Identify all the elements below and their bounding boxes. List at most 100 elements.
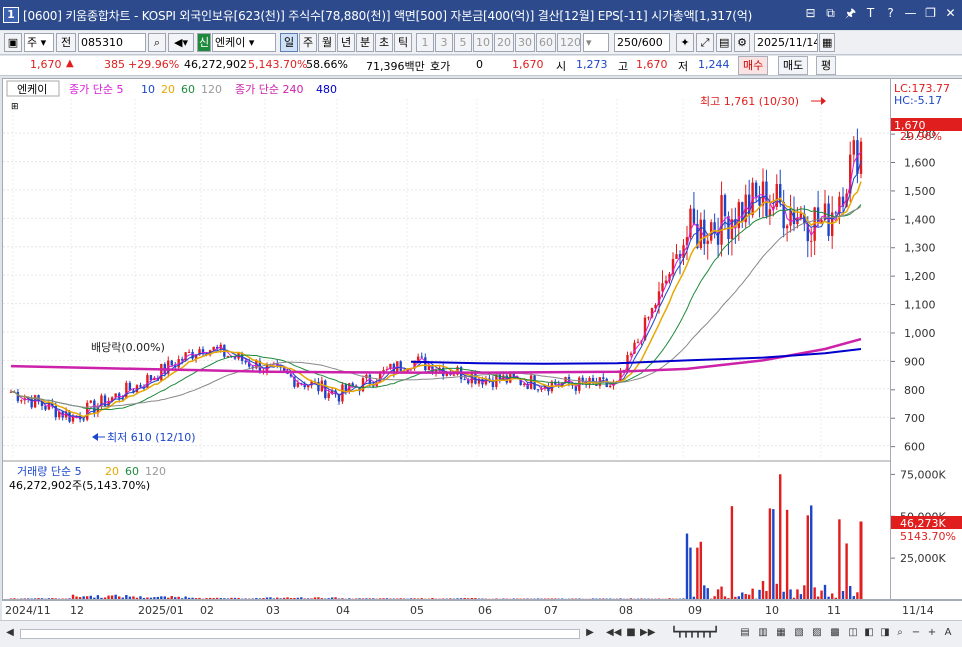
zoom-out-icon[interactable]: − <box>910 625 922 641</box>
speaker-icon[interactable]: ◀▾ <box>168 33 194 52</box>
minimize-button[interactable]: — <box>903 6 918 21</box>
ma-legend-10[interactable]: 10 <box>141 83 155 96</box>
chart-settings-icon[interactable]: ⤢ <box>696 33 714 52</box>
ma-legend-480[interactable]: 480 <box>316 83 337 96</box>
scroll-left-icon[interactable]: ◀ <box>4 625 16 641</box>
eval-button[interactable]: 평 <box>816 56 837 75</box>
layout-2-icon[interactable]: ▥ <box>756 625 770 641</box>
volume-bar <box>71 594 75 599</box>
gear-icon[interactable]: ⚙ <box>734 33 750 52</box>
zoom-slider[interactable]: ┗┳┳┳┳┳┳┛ <box>660 625 730 641</box>
search-icon[interactable]: ⌕ <box>148 33 166 52</box>
minute-1[interactable]: 1 <box>416 33 434 52</box>
layout-4-icon[interactable]: ▧ <box>792 625 806 641</box>
minute-select[interactable]: ▾ <box>583 33 609 52</box>
volume-bar <box>765 591 768 599</box>
volume-bar <box>118 596 121 599</box>
price-axis[interactable]: 600 700 800 900 1,000 1,100 1,200 1,300 1,400 1,5… <box>891 78 962 600</box>
ma-legend-60[interactable]: 60 <box>181 83 195 96</box>
vol-legend-120[interactable]: 120 <box>145 465 166 478</box>
scroll-right-icon[interactable]: ▶ <box>584 625 596 641</box>
volume-bar <box>413 598 416 599</box>
ma-legend-5[interactable]: 종가 단순 5 <box>69 83 123 96</box>
volume-bar <box>467 598 470 599</box>
forward-icon[interactable]: ▶▶ <box>640 625 655 641</box>
candle-body <box>424 357 427 371</box>
layout-6-icon[interactable]: ▩ <box>828 625 842 641</box>
crosshair-icon[interactable]: ⊞ <box>11 102 19 112</box>
ma-legend-240[interactable]: 종가 단순 240 <box>235 83 303 96</box>
volume-bar <box>156 596 160 599</box>
count-input[interactable]: 250/600 <box>614 33 670 52</box>
date-input[interactable]: 2025/11/14 <box>754 33 818 52</box>
market-select[interactable]: 주 ▾ <box>24 33 54 52</box>
tab-tick[interactable]: 틱 <box>394 33 412 52</box>
low-arrowhead-icon <box>92 433 98 441</box>
minute-3[interactable]: 3 <box>435 33 453 52</box>
maximize-button[interactable]: ❐ <box>923 6 938 21</box>
prev-button[interactable]: 전 <box>56 33 76 52</box>
tab-second[interactable]: 초 <box>375 33 393 52</box>
split-icon[interactable]: ⊟ <box>803 6 818 21</box>
volume-legend[interactable]: 거래량 단순 5 <box>17 465 82 478</box>
tab-month[interactable]: 월 <box>318 33 336 52</box>
minute-5[interactable]: 5 <box>454 33 472 52</box>
zoom-icon[interactable]: ⌕ <box>894 625 906 641</box>
volume-bar <box>536 598 540 599</box>
pin-icon[interactable]: 🖈 <box>843 6 858 21</box>
low-annotation: 최저 610 (12/10) <box>107 431 196 444</box>
sell-button[interactable]: 매도 <box>778 56 809 75</box>
calendar-icon[interactable]: ▦ <box>819 33 835 52</box>
x-tick: 2025/01 <box>138 604 184 617</box>
layout-9-icon[interactable]: ◨ <box>878 625 892 641</box>
change-percent: +29.96% <box>128 58 180 71</box>
ma-legend-20[interactable]: 20 <box>161 83 175 96</box>
text-icon[interactable]: T <box>863 6 878 21</box>
layout-5-icon[interactable]: ▨ <box>810 625 824 641</box>
vol-legend-60[interactable]: 60 <box>125 465 139 478</box>
vol-legend-20[interactable]: 20 <box>105 465 119 478</box>
tab-week[interactable]: 주 <box>299 33 317 52</box>
rewind-icon[interactable]: ◀◀ <box>606 625 621 641</box>
save-icon[interactable]: ▤ <box>716 33 732 52</box>
volume-bar <box>554 598 557 599</box>
minute-120[interactable]: 120 <box>557 33 581 52</box>
buy-button[interactable]: 매수 <box>738 56 769 75</box>
chart-panel[interactable]: 엔케이 종가 단순 5 10 20 60 120 종가 단순 240 480 ⊞… <box>2 78 892 601</box>
auto-scale-icon[interactable]: A <box>942 625 954 641</box>
volume-bar <box>591 598 595 599</box>
volume-bar <box>170 596 173 599</box>
volume-bar <box>279 598 282 599</box>
minute-60[interactable]: 60 <box>536 33 556 52</box>
horizontal-scrollbar[interactable] <box>20 629 580 639</box>
collapse-icon[interactable]: ▣ <box>4 33 22 52</box>
minute-30[interactable]: 30 <box>515 33 535 52</box>
minute-20[interactable]: 20 <box>494 33 514 52</box>
zoom-in-icon[interactable]: + <box>926 625 938 641</box>
tool-icon[interactable]: ✦ <box>676 33 694 52</box>
volume-bar <box>132 596 135 599</box>
tab-year[interactable]: 년 <box>337 33 355 52</box>
price-chart[interactable]: 엔케이 종가 단순 5 10 20 60 120 종가 단순 240 480 ⊞… <box>3 79 892 601</box>
stock-code-input[interactable]: 085310 <box>78 33 146 52</box>
candle-body <box>89 400 92 403</box>
volume-bar <box>378 598 382 599</box>
link-window-icon[interactable]: ⧉ <box>823 6 838 21</box>
tab-minute[interactable]: 분 <box>356 33 374 52</box>
layout-7-icon[interactable]: ◫ <box>846 625 860 641</box>
layout-8-icon[interactable]: ◧ <box>862 625 876 641</box>
minute-10[interactable]: 10 <box>473 33 493 52</box>
volume-bar <box>348 598 351 599</box>
volume-bar <box>121 597 124 599</box>
help-icon[interactable]: ? <box>883 6 898 21</box>
volume-bar <box>713 596 716 599</box>
tab-day[interactable]: 일 <box>280 33 298 52</box>
close-button[interactable]: ✕ <box>943 6 958 21</box>
y-tick-label: 1,000 <box>904 327 936 340</box>
layout-3-icon[interactable]: ▦ <box>774 625 788 641</box>
stop-icon[interactable]: ■ <box>624 625 638 641</box>
layout-1-icon[interactable]: ▤ <box>738 625 752 641</box>
volume-bar-last <box>859 521 863 599</box>
ma-legend-120[interactable]: 120 <box>201 83 222 96</box>
stock-name-select[interactable]: 엔케이 ▾ <box>212 33 276 52</box>
